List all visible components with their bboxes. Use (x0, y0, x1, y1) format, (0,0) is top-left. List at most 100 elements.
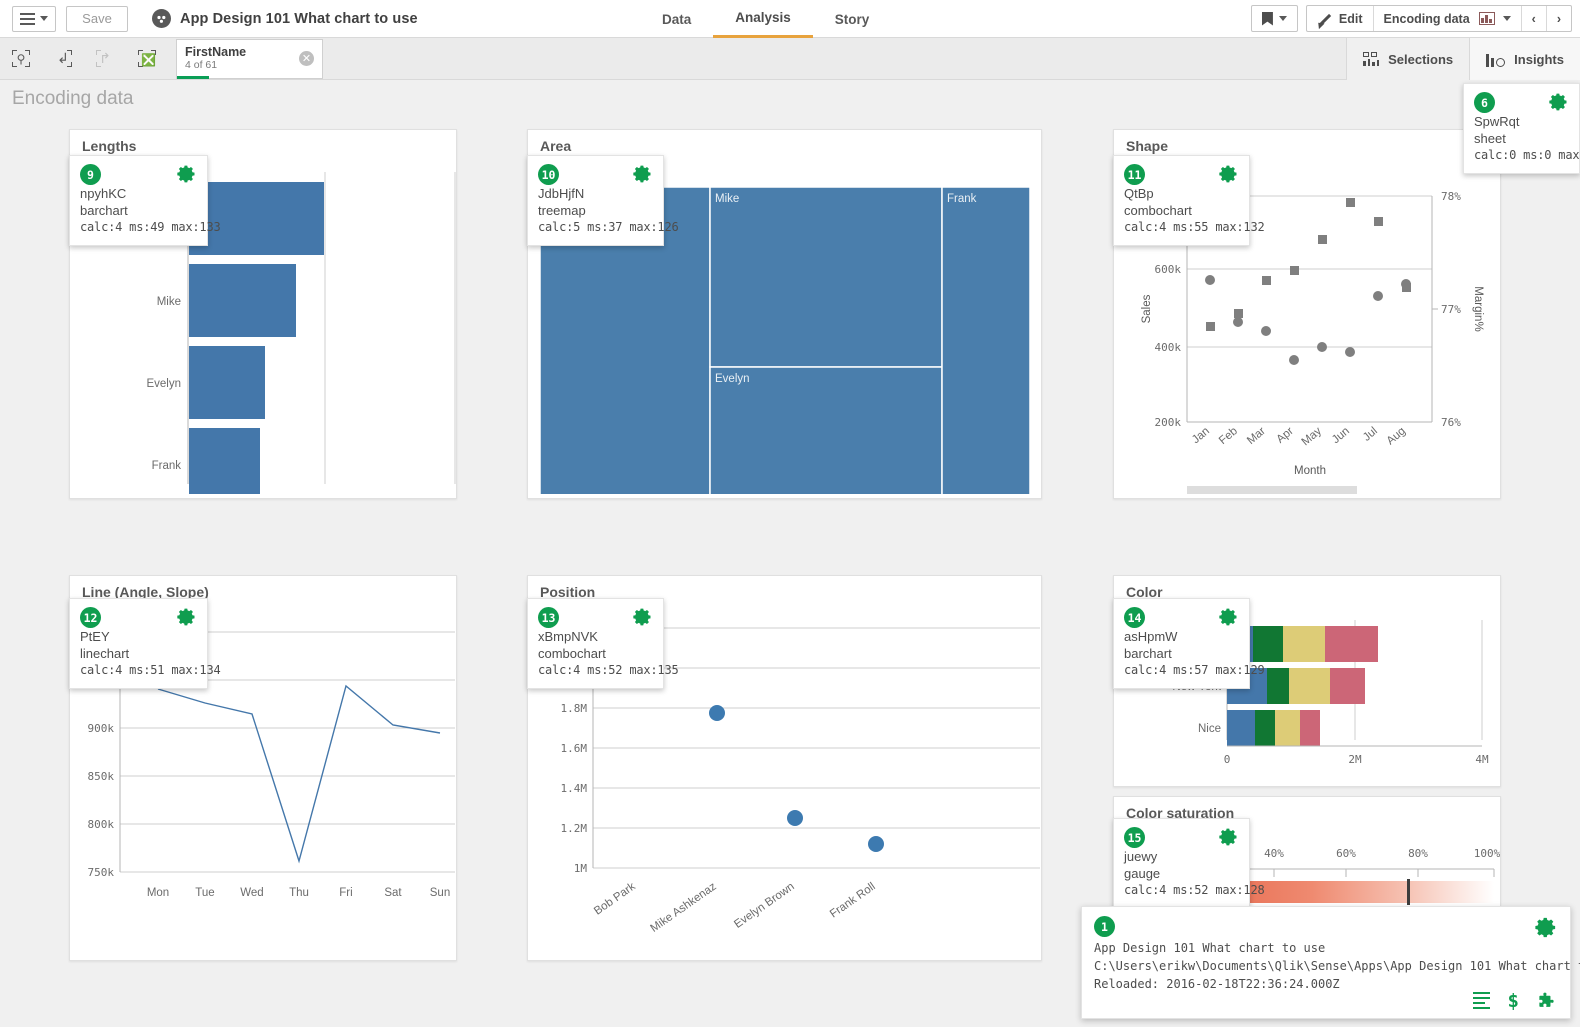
chevron-down-icon (40, 16, 48, 21)
gear-icon[interactable] (633, 164, 653, 184)
chart-title-area: Area (540, 138, 572, 154)
svg-text:Feb: Feb (1217, 425, 1240, 447)
selections-button[interactable]: Selections (1346, 38, 1470, 80)
chart-title-lengths: Lengths (82, 138, 137, 154)
svg-text:Frank: Frank (947, 193, 977, 205)
step-back-button[interactable]: ↲ (42, 38, 84, 80)
tooltip-saturation[interactable]: 15 juewy gauge calc:4 ms:52 max:128 (1113, 818, 1265, 909)
tooltip-badge: 9 (80, 164, 101, 185)
extension-icon[interactable] (1537, 991, 1556, 1010)
svg-text:400k: 400k (1155, 341, 1182, 354)
svg-text:Evelyn Brown: Evelyn Brown (732, 881, 796, 931)
tooltip-object-id: PtEY (80, 629, 110, 644)
top-right-controls: Edit Encoding data ‹ › (1250, 5, 1572, 32)
tooltip-object-id: npyhKC (80, 186, 127, 201)
svg-text:Mike: Mike (715, 193, 739, 205)
tooltip-lengths[interactable]: 9 npyhKC barchart calc:4 ms:49 max:133 (69, 155, 221, 246)
gear-icon[interactable] (177, 607, 197, 627)
tooltip-object-id: QtBp (1124, 186, 1154, 201)
selection-field-name: FirstName (185, 45, 247, 59)
svg-text:600k: 600k (1155, 263, 1182, 276)
tooltip-object-stats: calc:4 ms:55 max:132 (1124, 220, 1265, 234)
svg-text:May: May (1300, 425, 1325, 448)
tab-story[interactable]: Story (813, 0, 892, 38)
gear-icon[interactable] (633, 607, 653, 627)
svg-text:4M: 4M (1475, 753, 1489, 766)
search-selections-button[interactable]: ⚲ (0, 38, 42, 80)
gear-icon[interactable] (177, 164, 197, 184)
pencil-icon (1317, 12, 1331, 26)
insights-button[interactable]: Insights (1469, 38, 1580, 80)
next-sheet-button[interactable]: › (1545, 6, 1571, 31)
svg-text:Evelyn: Evelyn (146, 378, 181, 390)
tooltip-object-stats: calc:4 ms:57 max:129 (1124, 663, 1265, 677)
svg-text:Jan: Jan (1190, 425, 1212, 446)
tooltip-object-stats: calc:0 ms:0 max:0 (1474, 148, 1580, 162)
selection-chip-firstname[interactable]: FirstName 4 of 61 ✕ (176, 38, 323, 79)
save-button-label: Save (82, 11, 112, 26)
tooltip-area[interactable]: 10 JdbHjfN treemap calc:5 ms:37 max:126 (527, 155, 679, 246)
gear-icon[interactable] (1549, 92, 1569, 112)
bookmark-icon (1261, 11, 1273, 26)
clear-selection-icon[interactable]: ✕ (299, 51, 314, 66)
gear-icon[interactable] (1219, 607, 1239, 627)
tab-data[interactable]: Data (640, 0, 713, 38)
selections-label: Selections (1388, 51, 1454, 67)
tooltip-object-type: gauge (1124, 866, 1161, 881)
tooltip-position[interactable]: 13 xBmpNVK combochart calc:4 ms:52 max:1… (527, 598, 679, 689)
tooltip-object-id: xBmpNVK (538, 629, 598, 644)
tooltip-object-stats: calc:4 ms:52 max:135 (538, 663, 679, 677)
edit-button[interactable]: Edit (1307, 6, 1373, 31)
tooltip-object-type: treemap (538, 203, 586, 218)
svg-text:Frank: Frank (152, 460, 182, 472)
svg-text:Month: Month (1294, 465, 1326, 477)
dollar-icon[interactable]: $ (1508, 991, 1519, 1010)
selection-indicator-bar (177, 75, 209, 79)
tooltip-header: 10 (538, 164, 653, 185)
tooltip-object-type: combochart (1124, 203, 1192, 218)
top-toolbar: Save App Design 101 What chart to use Da… (0, 0, 1580, 38)
chevron-down-icon (1502, 16, 1511, 21)
gear-icon[interactable] (1535, 916, 1558, 939)
gear-icon[interactable] (1219, 827, 1239, 847)
app-title: App Design 101 What chart to use (180, 10, 418, 27)
svg-text:0: 0 (1224, 753, 1231, 766)
svg-text:Evelyn: Evelyn (715, 373, 750, 385)
svg-text:80%: 80% (1408, 847, 1428, 860)
svg-text:Jun: Jun (1330, 425, 1352, 446)
script-icon[interactable] (1472, 991, 1490, 1010)
tab-story-label: Story (834, 11, 870, 27)
tooltip-color[interactable]: 14 asHpmW barchart calc:4 ms:57 max:129 (1113, 598, 1265, 689)
tooltip-shape[interactable]: 11 QtBp combochart calc:4 ms:55 max:132 (1113, 155, 1265, 246)
svg-text:Fri: Fri (339, 887, 352, 899)
tooltip-sheet[interactable]: 6 SpwRqt sheet calc:0 ms:0 max:0 (1463, 83, 1580, 174)
tooltip-header: 6 (1474, 92, 1569, 113)
svg-text:1M: 1M (574, 862, 588, 875)
tab-analysis-label: Analysis (735, 10, 791, 25)
tooltip-line[interactable]: 12 PtEY linechart calc:4 ms:51 max:134 (69, 598, 221, 689)
tooltip-badge: 13 (538, 607, 559, 628)
svg-text:200k: 200k (1155, 416, 1182, 429)
save-button[interactable]: Save (66, 5, 128, 32)
svg-text:1.6M: 1.6M (561, 742, 588, 755)
svg-text:900k: 900k (88, 722, 115, 735)
main-menu-button[interactable] (12, 5, 56, 32)
svg-text:60%: 60% (1336, 847, 1356, 860)
app-info-panel[interactable]: 1 App Design 101 What chart to use C:\Us… (1081, 906, 1580, 1019)
clear-all-selections-button[interactable]: ❎ (126, 38, 168, 80)
info-panel-header: 1 (1094, 916, 1558, 939)
tooltip-object-stats: calc:5 ms:37 max:126 (538, 220, 679, 234)
sheet-title: Encoding data (12, 88, 134, 109)
bookmark-button[interactable] (1252, 6, 1297, 31)
svg-text:1.4M: 1.4M (561, 782, 588, 795)
svg-text:Aug: Aug (1385, 425, 1408, 447)
tab-analysis[interactable]: Analysis (713, 0, 813, 38)
svg-text:Mike Ashkenaz: Mike Ashkenaz (648, 880, 718, 934)
svg-text:Mar: Mar (1245, 425, 1268, 447)
sheet-selector-button[interactable]: Encoding data (1372, 6, 1521, 31)
step-forward-button[interactable]: ↱ (84, 38, 126, 80)
tooltip-badge: 10 (538, 164, 559, 185)
tooltip-header: 12 (80, 607, 197, 628)
previous-sheet-button[interactable]: ‹ (1520, 6, 1546, 31)
gear-icon[interactable] (1219, 164, 1239, 184)
